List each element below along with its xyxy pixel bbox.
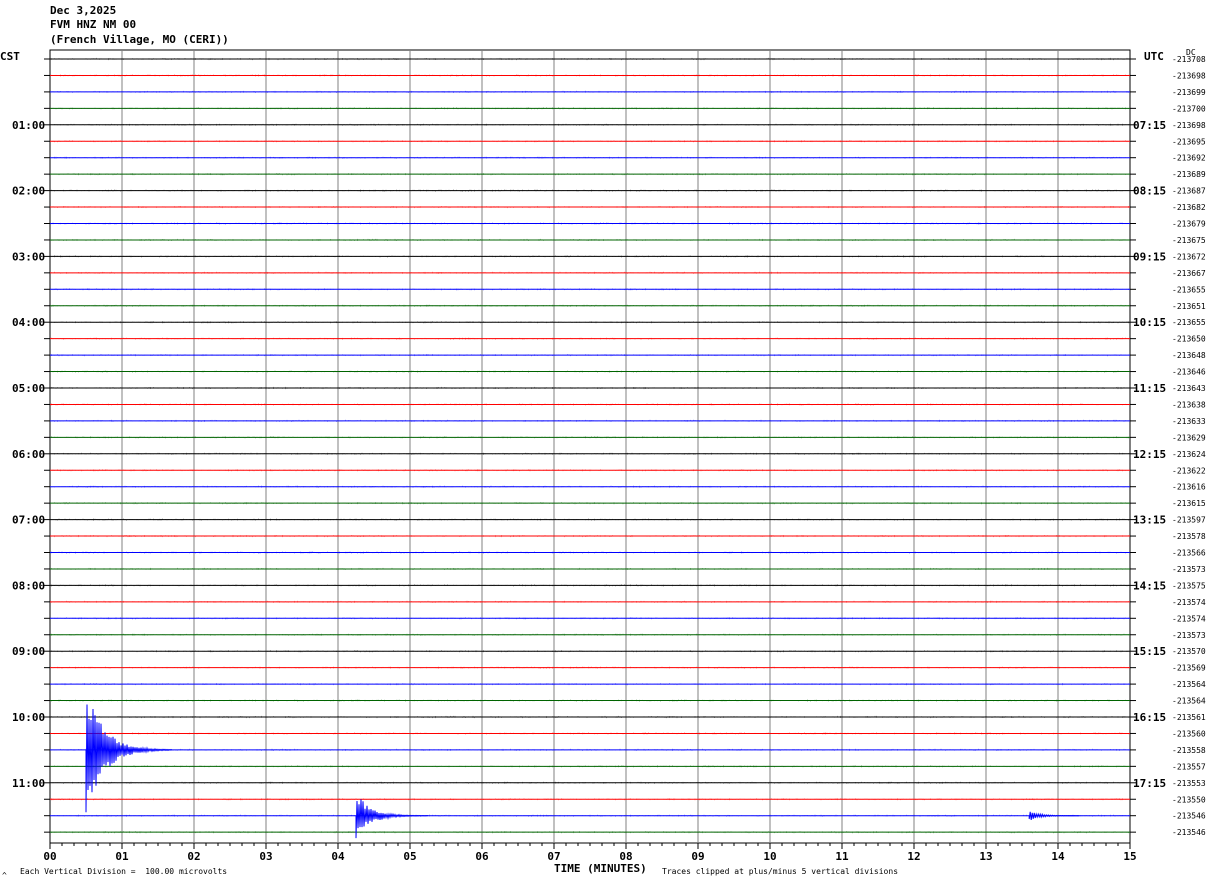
left-hour-label: 07:00	[12, 514, 45, 527]
dc-offset-label: -213695	[1172, 137, 1206, 146]
dc-offset-label: -213575	[1172, 581, 1206, 590]
dc-offset-label: -213557	[1172, 762, 1206, 771]
dc-offset-label: -213573	[1172, 565, 1206, 574]
right-hour-label: 07:15	[1133, 119, 1166, 132]
dc-offset-label: -213558	[1172, 746, 1206, 755]
dc-offset-label: -213700	[1172, 104, 1206, 113]
dc-offset-label: -213597	[1172, 516, 1206, 525]
dc-offset-label: -213574	[1172, 598, 1206, 607]
dc-offset-label: -213646	[1172, 368, 1206, 377]
dc-offset-label: -213655	[1172, 285, 1206, 294]
x-tick-label: 02	[187, 850, 200, 863]
dc-offset-label: -213569	[1172, 664, 1206, 673]
corner-mark: ^	[2, 871, 7, 880]
x-tick-label: 09	[691, 850, 704, 863]
left-hour-label: 10:00	[12, 711, 45, 724]
right-hour-label: 16:15	[1133, 711, 1166, 724]
dc-offset-label: -213699	[1172, 88, 1206, 97]
left-hour-label: 02:00	[12, 185, 45, 198]
clip-note: Traces clipped at plus/minus 5 vertical …	[662, 867, 899, 876]
dc-offset-label: -213561	[1172, 713, 1206, 722]
dc-offset-label: -213643	[1172, 384, 1206, 393]
dc-offset-label: -213655	[1172, 318, 1206, 327]
dc-offset-label: -213687	[1172, 187, 1206, 196]
x-tick-label: 04	[331, 850, 345, 863]
dc-offset-label: -213651	[1172, 302, 1206, 311]
x-tick-label: 10	[763, 850, 776, 863]
dc-offset-label: -213578	[1172, 532, 1206, 541]
right-hour-label: 11:15	[1133, 382, 1166, 395]
left-hour-label: 03:00	[12, 250, 45, 263]
dc-offset-label: -213570	[1172, 647, 1206, 656]
dc-offset-label: -213624	[1172, 450, 1206, 459]
dc-offset-label: -213692	[1172, 154, 1206, 163]
dc-offset-label: -213689	[1172, 170, 1206, 179]
dc-offset-label: -213675	[1172, 236, 1206, 245]
right-hour-label: 15:15	[1133, 645, 1166, 658]
dc-offset-label: -213679	[1172, 220, 1206, 229]
right-hour-label: 14:15	[1133, 579, 1166, 592]
dc-offset-label: -213564	[1172, 680, 1206, 689]
dc-offset-label: -213622	[1172, 466, 1206, 475]
dc-offset-label: -213560	[1172, 729, 1206, 738]
dc-offset-label: -213672	[1172, 252, 1206, 261]
x-tick-label: 06	[475, 850, 489, 863]
x-axis-label: TIME (MINUTES)	[554, 862, 647, 875]
left-hour-label: 11:00	[12, 777, 45, 790]
left-hour-label: 08:00	[12, 579, 45, 592]
seismic-event	[1028, 811, 1080, 820]
dc-offset-label: -213615	[1172, 499, 1206, 508]
left-hour-label: 01:00	[12, 119, 45, 132]
left-hour-label: 06:00	[12, 448, 45, 461]
dc-offset-label: -213708	[1172, 55, 1206, 64]
dc-offset-label: -213667	[1172, 269, 1206, 278]
dc-offset-label: -213633	[1172, 417, 1206, 426]
dc-offset-label: -213698	[1172, 71, 1206, 80]
dc-offset-label: -213682	[1172, 203, 1206, 212]
left-hour-label: 04:00	[12, 316, 45, 329]
x-tick-label: 03	[259, 850, 272, 863]
left-hour-label: 05:00	[12, 382, 45, 395]
dc-offset-label: -213648	[1172, 351, 1206, 360]
x-tick-label: 01	[115, 850, 129, 863]
left-hour-label: 09:00	[12, 645, 45, 658]
dc-offset-label: -213566	[1172, 549, 1206, 558]
dc-offset-label: -213616	[1172, 483, 1206, 492]
dc-offset-label: -213546	[1172, 812, 1206, 821]
dc-offset-label: -213698	[1172, 121, 1206, 130]
scale-note: Each Vertical Division = 100.00 microvol…	[20, 867, 228, 876]
helicorder-plot: 00 01 02 03 04 05 06 07 08 09 10 11 12 13 14 15-213708-…	[12, 49, 1206, 863]
dc-offset-label: -213574	[1172, 614, 1206, 623]
x-tick-label: 11	[835, 850, 849, 863]
x-tick-label: 05	[403, 850, 416, 863]
dc-offset-label: -213553	[1172, 779, 1206, 788]
right-hour-label: 17:15	[1133, 777, 1166, 790]
x-tick-label: 15	[1123, 850, 1136, 863]
dc-offset-label: -213550	[1172, 795, 1206, 804]
x-tick-label: 00	[43, 850, 56, 863]
right-hour-label: 08:15	[1133, 185, 1166, 198]
x-tick-label: 13	[979, 850, 992, 863]
dc-offset-label: -213573	[1172, 631, 1206, 640]
dc-offset-label: -213546	[1172, 828, 1206, 837]
right-hour-label: 13:15	[1133, 514, 1166, 527]
dc-offset-label: -213564	[1172, 697, 1206, 706]
dc-offset-label: -213629	[1172, 433, 1206, 442]
plot-frame	[49, 49, 1131, 844]
right-hour-label: 10:15	[1133, 316, 1166, 329]
dc-offset-label: -213650	[1172, 335, 1206, 344]
dc-offset-label: -213638	[1172, 400, 1206, 409]
right-hour-label: 09:15	[1133, 250, 1166, 263]
right-hour-label: 12:15	[1133, 448, 1166, 461]
x-tick-label: 14	[1051, 850, 1065, 863]
seismic-event	[85, 704, 173, 813]
x-tick-label: 12	[907, 850, 920, 863]
